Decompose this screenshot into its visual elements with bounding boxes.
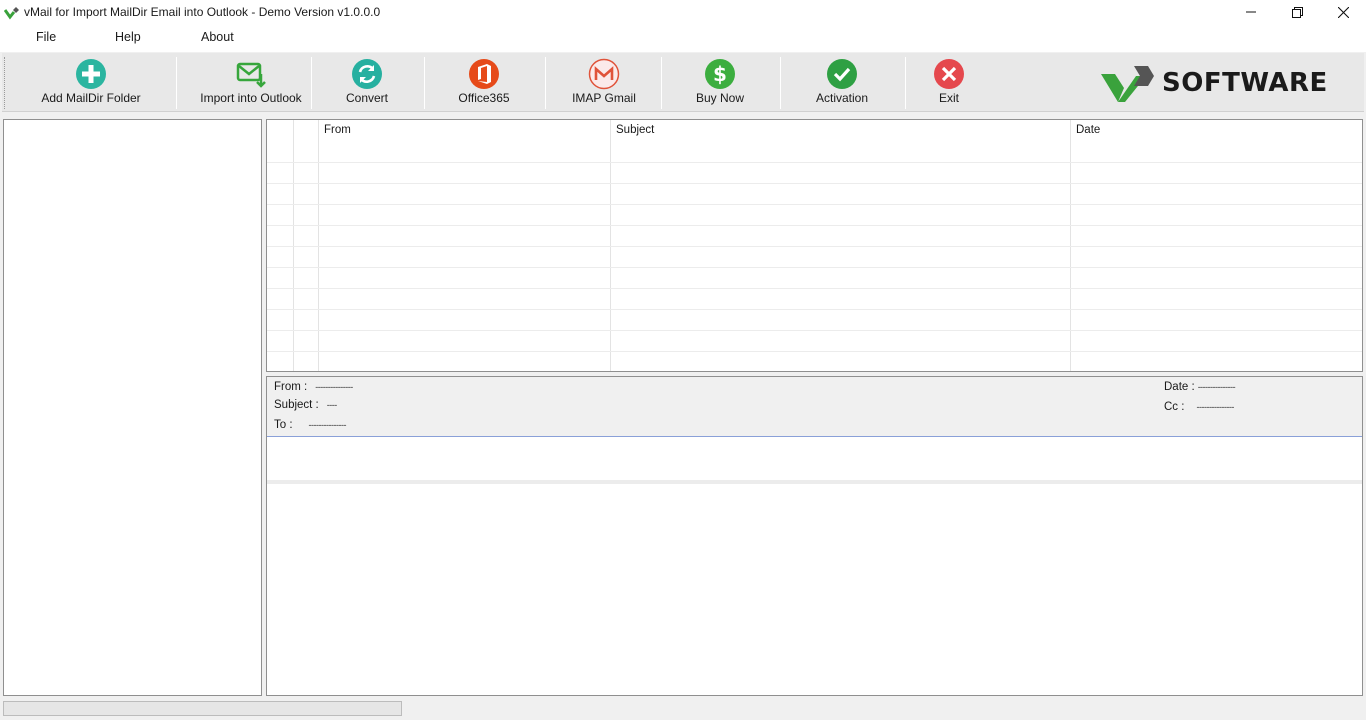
app-logo-icon xyxy=(4,7,19,20)
preview-to-label: To : xyxy=(274,419,293,431)
restore-icon xyxy=(1291,6,1303,18)
add-icon xyxy=(76,59,106,89)
preview-date: Date : --------------- xyxy=(1164,381,1236,393)
preview-attachment-strip xyxy=(267,480,1362,484)
activation-label: Activation xyxy=(815,91,869,105)
toolbar-separator xyxy=(311,57,312,109)
logo-text: SOFTWARE xyxy=(1162,68,1328,98)
progress-bar xyxy=(3,701,402,716)
check-icon xyxy=(827,59,857,89)
office365-label: Office365 xyxy=(458,91,510,105)
preview-subject-label: Subject : xyxy=(274,399,319,411)
convert-button[interactable]: Convert xyxy=(328,53,406,111)
window-title: vMail for Import MailDir Email into Outl… xyxy=(24,5,381,19)
preview-date-value: --------------- xyxy=(1197,382,1236,392)
grid-row-line xyxy=(267,330,1362,331)
grid-row-line xyxy=(267,351,1362,352)
svg-text:$: $ xyxy=(713,62,727,86)
menu-file[interactable]: File xyxy=(36,30,56,44)
gmail-icon xyxy=(588,58,620,90)
preview-subject: Subject : ---- xyxy=(274,399,337,411)
grid-row-line xyxy=(267,246,1362,247)
exit-label: Exit xyxy=(938,91,959,105)
toolbar-separator xyxy=(176,57,177,109)
activation-button[interactable]: Activation xyxy=(802,53,882,111)
preview-from-label: From : xyxy=(274,381,308,393)
grid-row-line xyxy=(267,204,1362,205)
grid-row-line xyxy=(267,309,1362,310)
toolbar: Add MailDir Folder Import into Outlook C… xyxy=(2,53,1364,112)
toolbar-grip[interactable] xyxy=(4,57,7,109)
office365-button[interactable]: Office365 xyxy=(445,53,523,111)
minimize-button[interactable] xyxy=(1228,0,1274,24)
email-list-grid[interactable]: From Subject Date xyxy=(266,119,1363,372)
dollar-icon: $ xyxy=(705,59,735,89)
buy-now-button[interactable]: $ Buy Now xyxy=(681,53,759,111)
close-button[interactable] xyxy=(1320,0,1366,24)
imap-gmail-button[interactable]: IMAP Gmail xyxy=(564,53,644,111)
preview-to-value: --------------- xyxy=(308,420,347,430)
exit-icon xyxy=(934,59,964,89)
folder-tree-pane[interactable] xyxy=(3,119,262,696)
preview-to: To : --------------- xyxy=(274,419,347,431)
grid-row-line xyxy=(267,288,1362,289)
add-maildir-folder-button[interactable]: Add MailDir Folder xyxy=(40,53,142,111)
grid-row-line xyxy=(267,267,1362,268)
mail-import-icon xyxy=(236,62,266,88)
toolbar-separator xyxy=(661,57,662,109)
toolbar-separator xyxy=(545,57,546,109)
import-into-outlook-button[interactable]: Import into Outlook xyxy=(194,53,308,111)
office365-icon xyxy=(469,59,499,89)
convert-label: Convert xyxy=(345,91,389,105)
grid-row-line xyxy=(267,183,1362,184)
status-bar xyxy=(0,698,1366,720)
toolbar-separator xyxy=(905,57,906,109)
column-header-date[interactable]: Date xyxy=(1076,124,1100,136)
buy-now-label: Buy Now xyxy=(695,91,745,105)
email-preview-pane[interactable]: From : --------------- Subject : ---- To :… xyxy=(266,376,1363,696)
restore-button[interactable] xyxy=(1274,0,1320,24)
menu-about[interactable]: About xyxy=(201,30,234,44)
preview-from-value: --------------- xyxy=(315,382,353,392)
preview-cc-value: --------------- xyxy=(1196,402,1234,412)
logo-mark-icon xyxy=(1101,66,1154,102)
grid-row-line xyxy=(267,225,1362,226)
company-logo: SOFTWARE xyxy=(1098,61,1328,105)
exit-button[interactable]: Exit xyxy=(918,53,980,111)
close-icon xyxy=(1337,6,1349,18)
title-bar: vMail for Import MailDir Email into Outl… xyxy=(0,0,1366,24)
preview-from: From : --------------- xyxy=(274,381,353,393)
imap-gmail-label: IMAP Gmail xyxy=(572,91,636,105)
minimize-icon xyxy=(1246,11,1256,13)
menu-help[interactable]: Help xyxy=(115,30,141,44)
preview-date-label: Date : xyxy=(1164,381,1195,393)
toolbar-separator xyxy=(780,57,781,109)
preview-cc-label: Cc : xyxy=(1164,401,1185,413)
column-header-subject[interactable]: Subject xyxy=(616,124,654,136)
import-into-outlook-label: Import into Outlook xyxy=(200,91,302,105)
preview-subject-value: ---- xyxy=(326,400,338,410)
grid-header: From Subject Date xyxy=(267,120,1362,162)
column-header-from[interactable]: From xyxy=(324,124,351,136)
toolbar-separator xyxy=(424,57,425,109)
preview-cc: Cc : --------------- xyxy=(1164,401,1234,413)
grid-row-line xyxy=(267,162,1362,163)
convert-icon xyxy=(352,59,382,89)
menu-bar: File Help About xyxy=(0,24,1366,52)
preview-header: From : --------------- Subject : ---- To :… xyxy=(267,377,1362,437)
add-maildir-folder-label: Add MailDir Folder xyxy=(41,91,141,105)
